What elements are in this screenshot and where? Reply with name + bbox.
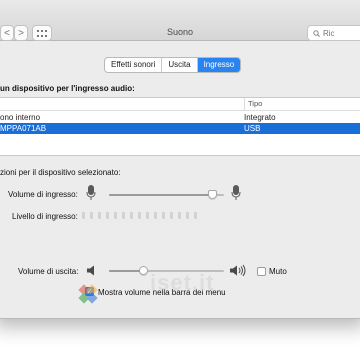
device-section-heading: un dispositivo per l'ingresso audio: [0,84,135,93]
mute-label: Muto [269,267,287,276]
column-header-type[interactable]: Tipo [244,98,262,110]
level-segment [146,212,149,219]
watermark-logo [78,284,98,304]
speaker-low-icon [87,265,94,276]
microphone-high-icon [231,185,241,200]
search-field[interactable] [307,25,360,41]
speaker-high-icon [230,264,246,277]
device-type: Integrato [244,113,276,122]
table-header-divider [0,110,360,111]
level-segment [130,212,133,219]
level-segment [82,212,85,219]
window-title: Suono [166,27,194,37]
level-segment [138,212,141,219]
level-segment [122,212,125,219]
level-segment [106,212,109,219]
level-segment [114,212,117,219]
table-row[interactable]: ono interno Integrato [0,112,360,123]
level-segment [178,212,181,219]
output-volume-label: Volume di uscita: [18,267,79,276]
level-segment [186,212,189,219]
watermark-text: iset.it [150,270,215,295]
microphone-low-icon [86,185,96,200]
input-volume-fill [109,194,213,196]
input-volume-label: Volume di ingresso: [8,190,78,199]
level-segment [194,212,197,219]
level-segment [162,212,165,219]
input-volume-knob[interactable] [208,190,217,199]
input-level-label: Livello di ingresso: [12,212,78,221]
input-device-table[interactable]: Tipo ono interno Integrato MPPA071AB USB [0,97,360,156]
tab-sound-effects[interactable]: Effetti sonori [105,58,163,72]
level-segment [170,212,173,219]
level-segment [154,212,157,219]
tab-output[interactable]: Uscita [162,58,198,72]
input-level-meter [82,212,197,219]
title-bar: < > Suono [0,0,360,41]
level-segment [98,212,101,219]
search-icon [313,29,320,37]
search-input[interactable] [320,28,360,38]
output-volume-knob[interactable] [139,266,148,275]
device-name: ono interno [0,113,41,122]
table-row-selected[interactable]: MPPA071AB USB [0,123,360,134]
mute-checkbox[interactable] [257,267,266,276]
device-type: USB [244,124,261,133]
device-name: MPPA071AB [0,124,47,133]
sound-tabs: Effetti sonori Uscita Ingresso [104,57,242,73]
tab-input[interactable]: Ingresso [197,58,241,72]
input-volume-slider[interactable] [109,190,224,199]
level-segment [90,212,93,219]
settings-section-heading: zioni per il dispositivo selezionato: [0,168,121,177]
